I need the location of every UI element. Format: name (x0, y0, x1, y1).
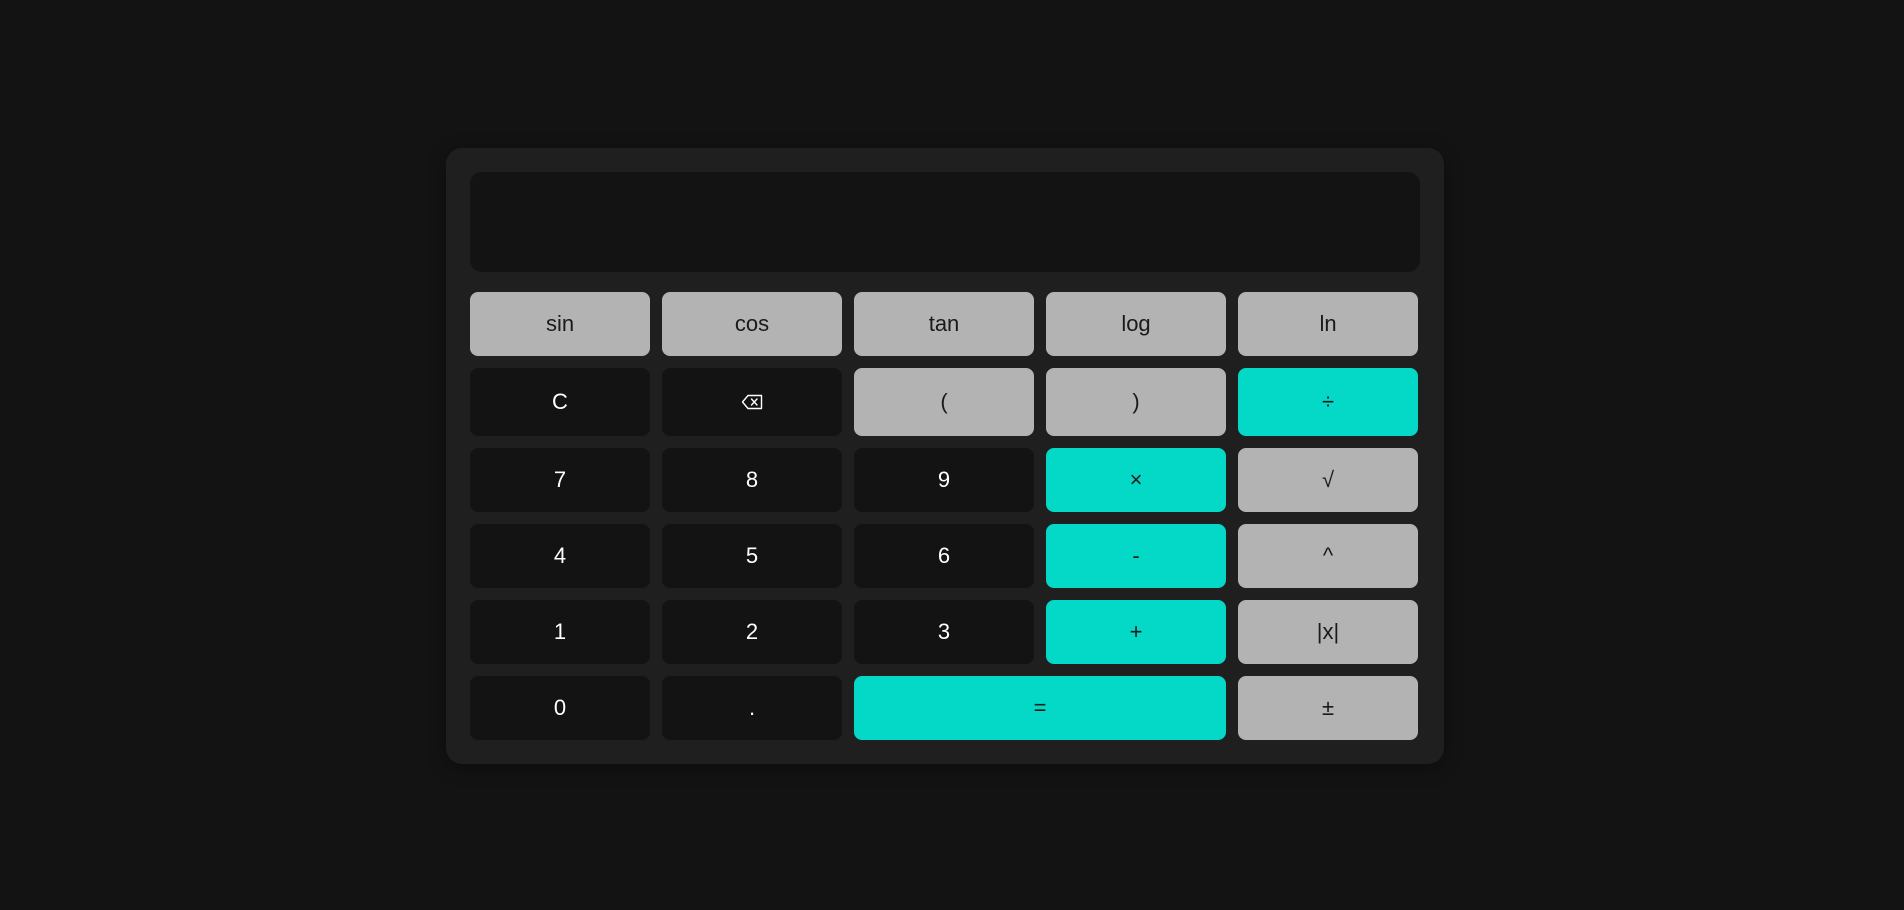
digit-8-button[interactable]: 8 (662, 448, 842, 512)
multiply-button[interactable]: × (1046, 448, 1226, 512)
digit-9-button[interactable]: 9 (854, 448, 1034, 512)
log-button[interactable]: log (1046, 292, 1226, 356)
sqrt-button[interactable]: √ (1238, 448, 1418, 512)
calculator-panel: sin cos tan log ln C ( ) ÷ 7 8 9 × √ 4 5… (446, 148, 1444, 764)
backspace-button[interactable] (662, 368, 842, 436)
close-paren-button[interactable]: ) (1046, 368, 1226, 436)
plus-minus-button[interactable]: ± (1238, 676, 1418, 740)
digit-5-button[interactable]: 5 (662, 524, 842, 588)
digit-3-button[interactable]: 3 (854, 600, 1034, 664)
subtract-button[interactable]: - (1046, 524, 1226, 588)
backspace-icon (741, 394, 763, 410)
clear-button[interactable]: C (470, 368, 650, 436)
abs-button[interactable]: |x| (1238, 600, 1418, 664)
open-paren-button[interactable]: ( (854, 368, 1034, 436)
digit-1-button[interactable]: 1 (470, 600, 650, 664)
sin-button[interactable]: sin (470, 292, 650, 356)
decimal-button[interactable]: . (662, 676, 842, 740)
digit-7-button[interactable]: 7 (470, 448, 650, 512)
digit-0-button[interactable]: 0 (470, 676, 650, 740)
digit-6-button[interactable]: 6 (854, 524, 1034, 588)
tan-button[interactable]: tan (854, 292, 1034, 356)
cos-button[interactable]: cos (662, 292, 842, 356)
power-button[interactable]: ^ (1238, 524, 1418, 588)
add-button[interactable]: + (1046, 600, 1226, 664)
digit-4-button[interactable]: 4 (470, 524, 650, 588)
divide-button[interactable]: ÷ (1238, 368, 1418, 436)
equals-button[interactable]: = (854, 676, 1226, 740)
ln-button[interactable]: ln (1238, 292, 1418, 356)
calculator-display (470, 172, 1420, 272)
digit-2-button[interactable]: 2 (662, 600, 842, 664)
